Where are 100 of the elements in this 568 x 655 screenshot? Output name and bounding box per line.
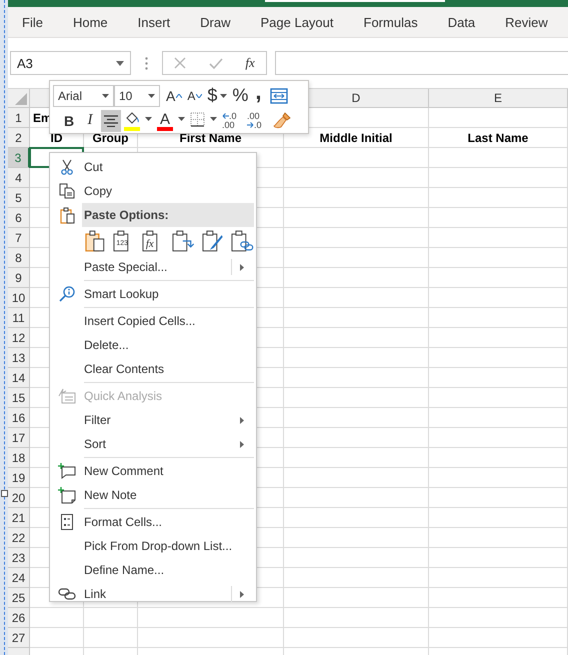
row-header[interactable]: 4: [8, 168, 30, 188]
fill-color-button[interactable]: [122, 110, 154, 132]
menu-item[interactable]: Smart Lookup: [52, 282, 254, 306]
row-header[interactable]: 24: [8, 568, 30, 588]
row-header[interactable]: 3: [8, 148, 30, 168]
paintbrush-icon[interactable]: [273, 112, 291, 129]
submenu-arrow-icon: [240, 264, 244, 270]
menu-item[interactable]: Insert Copied Cells...: [52, 309, 254, 333]
table-cell: [84, 608, 138, 628]
menu-item[interactable]: Filter: [52, 408, 254, 432]
paste-button[interactable]: [84, 230, 106, 252]
row-header[interactable]: 9: [8, 268, 30, 288]
caret-down-icon: [196, 94, 202, 98]
menu-item[interactable]: Clear Contents: [52, 357, 254, 381]
table-cell: [30, 608, 84, 628]
insert-function-button[interactable]: fx: [245, 55, 255, 71]
copy-icon: [59, 183, 75, 199]
row-header[interactable]: 19: [8, 468, 30, 488]
arrow-icon: [247, 122, 254, 128]
submenu-arrow-icon: [240, 440, 244, 448]
menu-item[interactable]: Copy: [52, 179, 254, 203]
ribbon-tab[interactable]: Formulas: [364, 14, 418, 30]
submenu-arrow-icon: [240, 590, 244, 598]
row-header[interactable]: 7: [8, 228, 30, 248]
row-header[interactable]: 18: [8, 448, 30, 468]
format-cells-icon: [61, 514, 73, 530]
font-dropdown[interactable]: Arial: [53, 84, 114, 106]
row-header[interactable]: 16: [8, 408, 30, 428]
row-header[interactable]: 8: [8, 248, 30, 268]
paste-icon: [60, 206, 74, 224]
menu-section-header: Paste Options:: [82, 203, 254, 227]
row-header[interactable]: 10: [8, 288, 30, 308]
column-header[interactable]: D: [352, 91, 360, 105]
row-header[interactable]: 20: [8, 488, 30, 508]
link-icon: [58, 588, 76, 600]
row-header[interactable]: 11: [8, 308, 30, 328]
caret-icon: [220, 94, 228, 98]
comma-style-button[interactable]: ,: [251, 84, 266, 106]
search-icon: [59, 286, 75, 302]
paste-transpose-button[interactable]: [171, 230, 195, 252]
new-note-icon: [58, 486, 76, 504]
ribbon-tab[interactable]: Insert: [138, 14, 170, 30]
menu-item[interactable]: Pick From Drop-down List...: [52, 534, 254, 558]
row-header[interactable]: 1: [8, 108, 30, 128]
font-size-dropdown[interactable]: 10: [114, 84, 160, 106]
submenu-arrow-icon: [240, 416, 244, 424]
menu-item[interactable]: Format Cells...: [52, 510, 254, 534]
center-align-button[interactable]: [101, 110, 121, 132]
caret-up-icon: [176, 94, 182, 98]
row-header[interactable]: 6: [8, 208, 30, 228]
table-cell: Last Name: [429, 128, 568, 148]
currency-button[interactable]: $: [205, 84, 230, 106]
menu-item[interactable]: New Comment: [52, 459, 254, 483]
ribbon-tab[interactable]: Review: [505, 14, 548, 30]
row-header[interactable]: 22: [8, 528, 30, 548]
row-header[interactable]: 27: [8, 628, 30, 648]
row-header[interactable]: 23: [8, 548, 30, 568]
caret-icon: [210, 117, 217, 121]
menu-item[interactable]: Cut: [52, 155, 254, 179]
menu-item[interactable]: New Note: [52, 483, 254, 507]
row-header[interactable]: 17: [8, 428, 30, 448]
caret-icon: [178, 117, 185, 121]
table-cell: [84, 628, 138, 648]
menu-item[interactable]: Define Name...: [52, 558, 254, 582]
triangle-icon: [15, 93, 27, 105]
grip-icon: [145, 56, 148, 70]
column-header[interactable]: E: [494, 91, 502, 105]
align-center-icon: [104, 114, 118, 126]
caret-icon: [145, 117, 152, 121]
paste-formatting-button[interactable]: [200, 230, 224, 252]
row-header[interactable]: 12: [8, 328, 30, 348]
quick-analysis-icon: [58, 388, 76, 404]
ribbon-tab[interactable]: Page Layout: [260, 14, 334, 30]
formula-field[interactable]: [275, 51, 568, 75]
merge-center-icon[interactable]: [270, 88, 288, 104]
row-header[interactable]: 14: [8, 368, 30, 388]
row-header[interactable]: 15: [8, 388, 30, 408]
row-header[interactable]: 26: [8, 608, 30, 628]
grow-font-button[interactable]: A: [164, 84, 184, 106]
row-header[interactable]: 25: [8, 588, 30, 608]
menu-item[interactable]: Sort: [52, 432, 254, 456]
row-header[interactable]: 21: [8, 508, 30, 528]
paste-link-button[interactable]: [230, 230, 254, 252]
new-comment-icon: [58, 463, 76, 479]
menu-item[interactable]: Link: [52, 582, 254, 606]
row-header[interactable]: 5: [8, 188, 30, 208]
menu-item[interactable]: Delete...: [52, 333, 254, 357]
ribbon-tab[interactable]: Home: [72, 14, 108, 30]
arrow-icon: [222, 112, 229, 118]
caret-icon: [102, 94, 109, 98]
shrink-font-button[interactable]: A: [185, 84, 204, 106]
caret-icon: [116, 60, 124, 66]
ribbon-tab[interactable]: File: [22, 14, 43, 30]
name-box[interactable]: A3: [10, 51, 131, 75]
percent-button[interactable]: %: [230, 84, 250, 106]
ribbon-tab[interactable]: Data: [448, 14, 476, 30]
menu-item[interactable]: Paste Special...: [52, 255, 254, 279]
row-header[interactable]: 2: [8, 128, 30, 148]
ribbon-tab[interactable]: Draw: [200, 14, 230, 30]
row-header[interactable]: 13: [8, 348, 30, 368]
